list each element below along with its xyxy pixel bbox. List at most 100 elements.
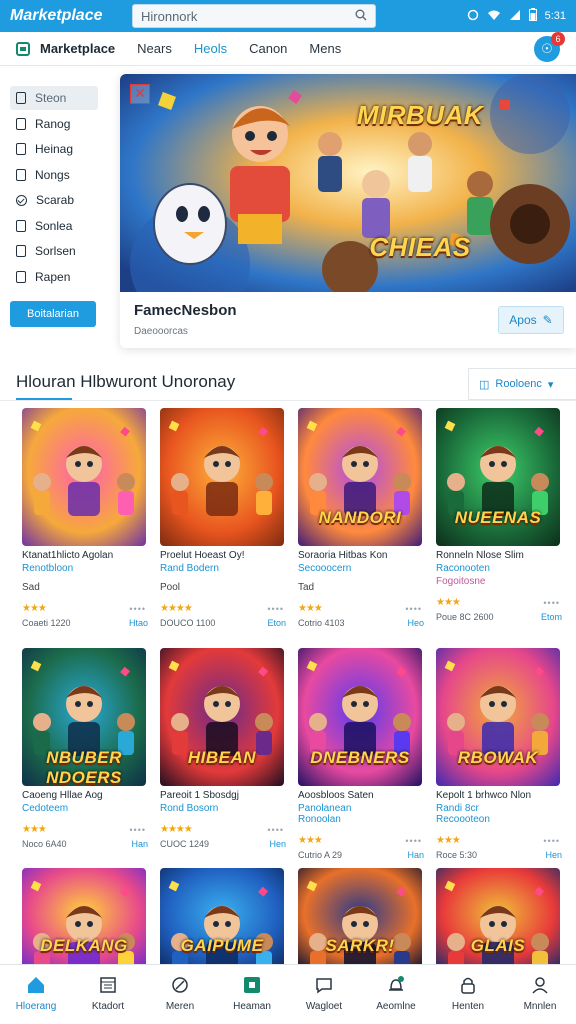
game-link[interactable]: Han xyxy=(407,850,424,860)
star-rating: ★★★ xyxy=(22,824,47,835)
hero-banner-art: MIRBUAK CHIEAS xyxy=(120,74,576,324)
game-card[interactable]: RBOWAK Kepolt 1 brhwco Nlon Randi 8cr Reco… xyxy=(436,648,562,860)
section-filter-button[interactable]: ◫ Rooloenc ▾ xyxy=(468,368,576,400)
game-thumbnail[interactable]: NBUBER NDOERS xyxy=(22,648,146,786)
more-icon[interactable]: •••• xyxy=(543,598,560,608)
game-thumbnail[interactable]: NANDORI xyxy=(298,408,422,546)
sidebar-item-sonlea[interactable]: Sonlea xyxy=(10,214,98,238)
brand-name: Marketplace xyxy=(10,7,103,24)
game-card[interactable]: NANDORI Soraoria Hitbas Kon Secooocern Tad… xyxy=(298,408,424,628)
game-developer[interactable]: Raconooten xyxy=(436,563,562,574)
game-thumbnail[interactable]: DNEBNERS xyxy=(298,648,422,786)
nav-link-canon[interactable]: Canon xyxy=(249,41,287,56)
tab-wagloet[interactable]: Wagloet xyxy=(288,965,360,1024)
game-category[interactable]: Recoooteon xyxy=(436,814,562,825)
game-thumbnail[interactable]: NUEENAS xyxy=(436,408,560,546)
game-card[interactable]: SARKR! xyxy=(298,868,424,968)
game-thumbnail[interactable]: SARKR! xyxy=(298,868,422,968)
more-icon[interactable]: •••• xyxy=(267,825,284,835)
sidebar-item-label: Sonlea xyxy=(35,218,73,233)
clock-text: 5:31 xyxy=(544,10,566,22)
game-title[interactable]: Soraoria Hitbas Kon xyxy=(298,550,424,561)
game-title[interactable]: Aoosbloos Saten xyxy=(298,790,424,801)
game-thumbnail[interactable]: HIBEAN xyxy=(160,648,284,786)
more-icon[interactable]: •••• xyxy=(405,604,422,614)
game-card[interactable]: DELKANG xyxy=(22,868,148,968)
more-icon[interactable]: •••• xyxy=(267,604,284,614)
game-card[interactable]: NBUBER NDOERS Caoeng Hllae Aog Cedoteem ★… xyxy=(22,648,148,849)
nav-link-heols[interactable]: Heols xyxy=(194,41,227,56)
sidebar-item-scarab[interactable]: Scarab xyxy=(10,188,98,212)
app-logo-icon xyxy=(16,41,30,56)
notification-icon: ☉ xyxy=(541,40,553,56)
game-developer[interactable]: Rand Bodern xyxy=(160,563,286,574)
tab-heaman[interactable]: Heaman xyxy=(216,965,288,1024)
game-link[interactable]: Hen xyxy=(269,839,286,849)
game-thumbnail[interactable]: GLAIS xyxy=(436,868,560,968)
sidebar-action-button[interactable]: Boitalarian xyxy=(10,300,96,327)
status-icons: 5:31 xyxy=(467,8,566,24)
tab-mnnlen[interactable]: Mnnlen xyxy=(504,965,576,1024)
game-card[interactable]: Proelut Hoeast Oy! Rand Bodern Pool ★★★★ •… xyxy=(160,408,286,628)
sidebar-item-nongs[interactable]: Nongs xyxy=(10,163,98,187)
game-card[interactable]: HIBEAN Pareoit 1 Sbosdgj Rond Bosorn ★★★★… xyxy=(160,648,286,849)
game-link[interactable]: Htao xyxy=(129,618,148,628)
game-card[interactable]: DNEBNERS Aoosbloos Saten Panolanean Ronool… xyxy=(298,648,424,860)
sidebar-item-ranog[interactable]: Ranog xyxy=(10,112,98,136)
game-link[interactable]: Han xyxy=(131,839,148,849)
game-thumbnail[interactable] xyxy=(22,408,146,546)
file-icon xyxy=(16,117,26,130)
game-thumbnail[interactable]: GAIPUME xyxy=(160,868,284,968)
game-category[interactable]: Ronoolan xyxy=(298,814,424,825)
sidebar-item-steon[interactable]: Steon xyxy=(10,86,98,110)
tab-hloerang[interactable]: Hloerang xyxy=(0,965,72,1024)
game-card[interactable]: GAIPUME xyxy=(160,868,286,968)
sidebar-item-sorlsen[interactable]: Sorlsen xyxy=(10,239,98,263)
game-developer[interactable]: Cedoteem xyxy=(22,803,148,814)
tab-ktadort[interactable]: Ktadort xyxy=(72,965,144,1024)
nav-link-nears[interactable]: Nears xyxy=(137,41,172,56)
game-developer[interactable]: Rond Bosorn xyxy=(160,803,286,814)
game-developer[interactable]: Panolanean xyxy=(298,803,424,814)
game-card[interactable]: NUEENAS Ronneln Nlose Slim Raconooten Fogo… xyxy=(436,408,562,622)
game-developer[interactable]: Randi 8cr xyxy=(436,803,562,814)
game-title[interactable]: Caoeng Hllae Aog xyxy=(22,790,148,801)
game-developer[interactable]: Renotbloon xyxy=(22,563,148,574)
star-rating: ★★★ xyxy=(22,603,47,614)
more-icon[interactable]: •••• xyxy=(129,604,146,614)
game-title[interactable]: Ronneln Nlose Slim xyxy=(436,550,562,561)
game-title[interactable]: Proelut Hoeast Oy! xyxy=(160,550,286,561)
game-developer[interactable]: Secooocern xyxy=(298,563,424,574)
hero-action-button[interactable]: Apos ✎ xyxy=(498,306,564,334)
pen-icon xyxy=(170,975,190,995)
game-meta: CUOC 1249 Hen xyxy=(160,839,286,849)
game-thumbnail[interactable]: DELKANG xyxy=(22,868,146,968)
nav-link-mens[interactable]: Mens xyxy=(309,41,341,56)
game-link[interactable]: Eton xyxy=(267,618,286,628)
notification-button[interactable]: ☉ 6 xyxy=(534,31,565,62)
more-icon[interactable]: •••• xyxy=(543,836,560,846)
game-title[interactable]: Ktanat1hlicto Agolan xyxy=(22,550,148,561)
game-art-title: NBUBER NDOERS xyxy=(46,748,122,786)
more-icon[interactable]: •••• xyxy=(129,825,146,835)
game-thumbnail[interactable] xyxy=(160,408,284,546)
game-title[interactable]: Pareoit 1 Sbosdgj xyxy=(160,790,286,801)
close-icon[interactable]: ✕ xyxy=(130,84,150,104)
tab-henten[interactable]: Henten xyxy=(432,965,504,1024)
game-thumbnail[interactable]: RBOWAK xyxy=(436,648,560,786)
tab-meren[interactable]: Meren xyxy=(144,965,216,1024)
sidebar-item-heinag[interactable]: Heinag xyxy=(10,137,98,161)
featured-hero-card[interactable]: MIRBUAK CHIEAS ✕ FamecNesbon Daeooorcas … xyxy=(120,74,576,348)
sidebar-item-rapen[interactable]: Rapen xyxy=(10,265,98,289)
game-link[interactable]: Hen xyxy=(545,850,562,860)
game-link[interactable]: Etom xyxy=(541,612,562,622)
tab-aeomlne[interactable]: Aeomlne xyxy=(360,965,432,1024)
search-input[interactable]: Hironnork xyxy=(132,4,376,28)
more-icon[interactable]: •••• xyxy=(405,836,422,846)
game-link[interactable]: Heo xyxy=(407,618,424,628)
search-icon[interactable] xyxy=(355,9,367,24)
game-card[interactable]: GLAIS xyxy=(436,868,562,968)
game-title[interactable]: Kepolt 1 brhwco Nlon xyxy=(436,790,562,801)
game-card[interactable]: Ktanat1hlicto Agolan Renotbloon Sad ★★★ ••… xyxy=(22,408,148,628)
game-art-title: SARKR! xyxy=(325,936,395,955)
